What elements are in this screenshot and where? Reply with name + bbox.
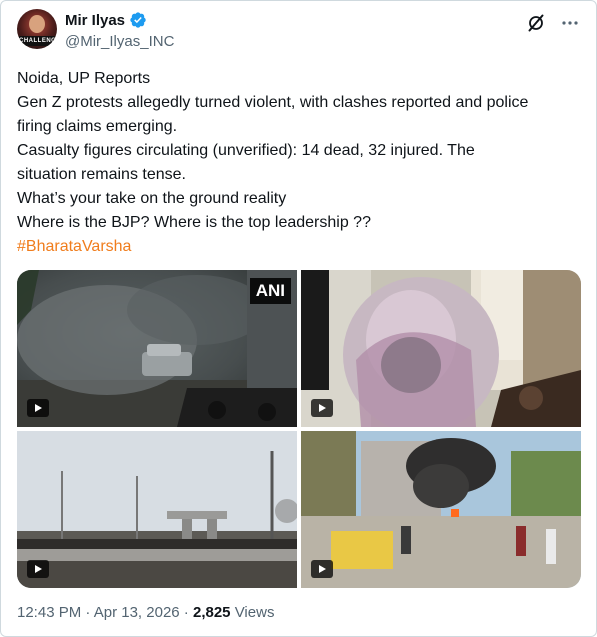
post-text-line: situation remains tense. — [17, 166, 186, 183]
more-icon[interactable] — [560, 13, 580, 33]
video-4-thumbnail — [301, 431, 581, 588]
post-text: Noida, UP Reports Gen Z protests alleged… — [17, 67, 583, 259]
post-text-line: Noida, UP Reports — [17, 70, 151, 87]
post-text-line: firing claims emerging. — [17, 118, 178, 135]
media-video-3[interactable] — [17, 431, 297, 588]
post-meta: 12:43 PM · Apr 13, 2026 · 2,825 Views — [17, 604, 274, 621]
post-text-line: What’s your take on the ground reality — [17, 190, 287, 207]
views-count: 2,825 — [192, 604, 231, 621]
post-header: CHALLENGE Mir Ilyas @Mir_Ilyas_INC — [17, 9, 580, 57]
post-date[interactable]: Apr 13, 2026 — [94, 604, 180, 621]
media-video-2[interactable] — [301, 270, 581, 427]
post-time[interactable]: 12:43 PM — [17, 604, 81, 621]
play-icon[interactable] — [311, 560, 333, 578]
grok-icon[interactable] — [526, 13, 546, 33]
author-name[interactable]: Mir Ilyas — [65, 12, 125, 29]
views-label: Views — [234, 604, 275, 621]
video-2-thumbnail — [301, 270, 581, 427]
post-text-line: Where is the BJP? Where is the top leade… — [17, 214, 371, 231]
author-name-row: Mir Ilyas — [65, 11, 147, 29]
media-video-1[interactable]: ANI — [17, 270, 297, 427]
avatar-caption: CHALLENGE — [19, 36, 57, 46]
post-text-line: Casualty figures circulating (unverified… — [17, 142, 475, 159]
meta-separator: · — [179, 604, 193, 621]
author-handle[interactable]: @Mir_Ilyas_INC — [65, 33, 174, 50]
media-grid: ANI — [17, 270, 581, 588]
avatar-face — [29, 15, 45, 33]
post-card: CHALLENGE Mir Ilyas @Mir_Ilyas_INC Noida… — [0, 0, 597, 637]
play-icon[interactable] — [311, 399, 333, 417]
post-text-line: Gen Z protests allegedly turned violent,… — [17, 94, 529, 111]
hashtag-link[interactable]: #BharataVarsha — [17, 235, 583, 259]
ani-watermark: ANI — [249, 278, 291, 304]
verified-badge-icon — [129, 11, 147, 29]
play-icon[interactable] — [27, 560, 49, 578]
avatar[interactable]: CHALLENGE — [17, 9, 57, 49]
meta-separator: · — [81, 604, 94, 621]
play-icon[interactable] — [27, 399, 49, 417]
header-actions — [526, 13, 580, 33]
media-video-4[interactable] — [301, 431, 581, 588]
video-3-thumbnail — [17, 431, 297, 588]
